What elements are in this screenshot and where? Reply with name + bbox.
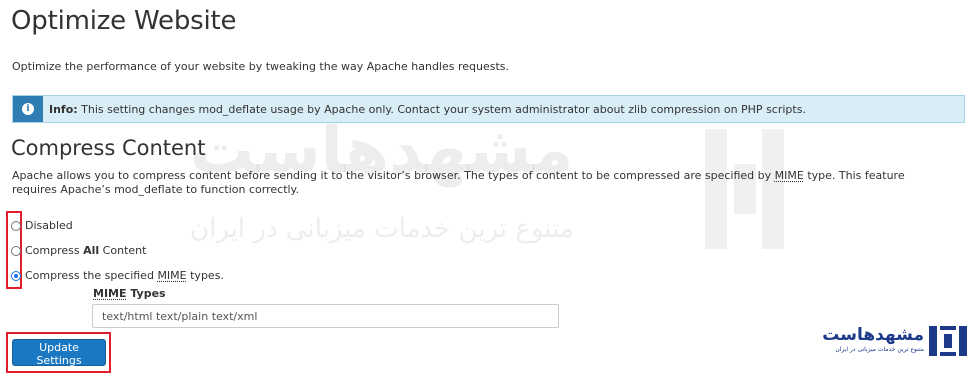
info-icon-cell: i	[13, 96, 43, 122]
radio-label-prefix: Compress	[25, 244, 84, 257]
info-icon: i	[22, 103, 34, 115]
radio-disabled[interactable]	[11, 220, 21, 231]
radio-label-suffix: Content	[99, 244, 147, 257]
mime-abbreviation: MIME	[774, 169, 804, 182]
info-text: This setting changes mod_deflate usage b…	[81, 102, 806, 116]
brand-logo-icon	[929, 326, 967, 356]
radio-option-compress-all[interactable]: Compress All Content	[11, 244, 146, 257]
compress-section-title: Compress Content	[11, 136, 206, 160]
radio-option-compress-specified[interactable]: Compress the specified MIME types.	[11, 269, 224, 282]
radio-label-suffix: types.	[186, 269, 224, 282]
compress-desc-text: Apache allows you to compress content be…	[12, 169, 775, 182]
radio-label-bold: All	[83, 244, 100, 257]
brand-tagline: متنوع ترین خدمات میزبانی در ایران	[835, 346, 924, 353]
brand-name: مشهدهاست	[822, 325, 924, 345]
mime-types-input[interactable]	[92, 304, 559, 328]
mime-types-label: MIME Types	[93, 287, 166, 300]
compress-description: Apache allows you to compress content be…	[12, 169, 952, 196]
radio-label-compress-specified: Compress the specified MIME types.	[25, 269, 224, 282]
watermark-tagline: متنوع ترین خدمات میزبانی در ایران	[190, 214, 574, 244]
page-title: Optimize Website	[11, 6, 237, 36]
mime-abbreviation: MIME	[93, 287, 127, 300]
brand-logo: مشهدهاست متنوع ترین خدمات میزبانی در ایر…	[822, 325, 970, 359]
mime-abbreviation: MIME	[157, 269, 187, 282]
info-alert: i Info: This setting changes mod_deflate…	[12, 95, 965, 123]
info-label: Info:	[49, 102, 78, 116]
info-message: Info: This setting changes mod_deflate u…	[49, 103, 806, 116]
radio-label-compress-all: Compress All Content	[25, 244, 146, 257]
radio-compress-specified[interactable]	[11, 270, 21, 281]
update-settings-button[interactable]: Update Settings	[12, 339, 106, 367]
radio-option-disabled[interactable]: Disabled	[11, 219, 73, 232]
radio-label-prefix: Compress the specified	[25, 269, 158, 282]
mime-types-label-text: Types	[126, 287, 166, 300]
radio-compress-all[interactable]	[11, 245, 21, 256]
radio-label-disabled: Disabled	[25, 219, 73, 232]
page-description: Optimize the performance of your website…	[12, 60, 510, 73]
